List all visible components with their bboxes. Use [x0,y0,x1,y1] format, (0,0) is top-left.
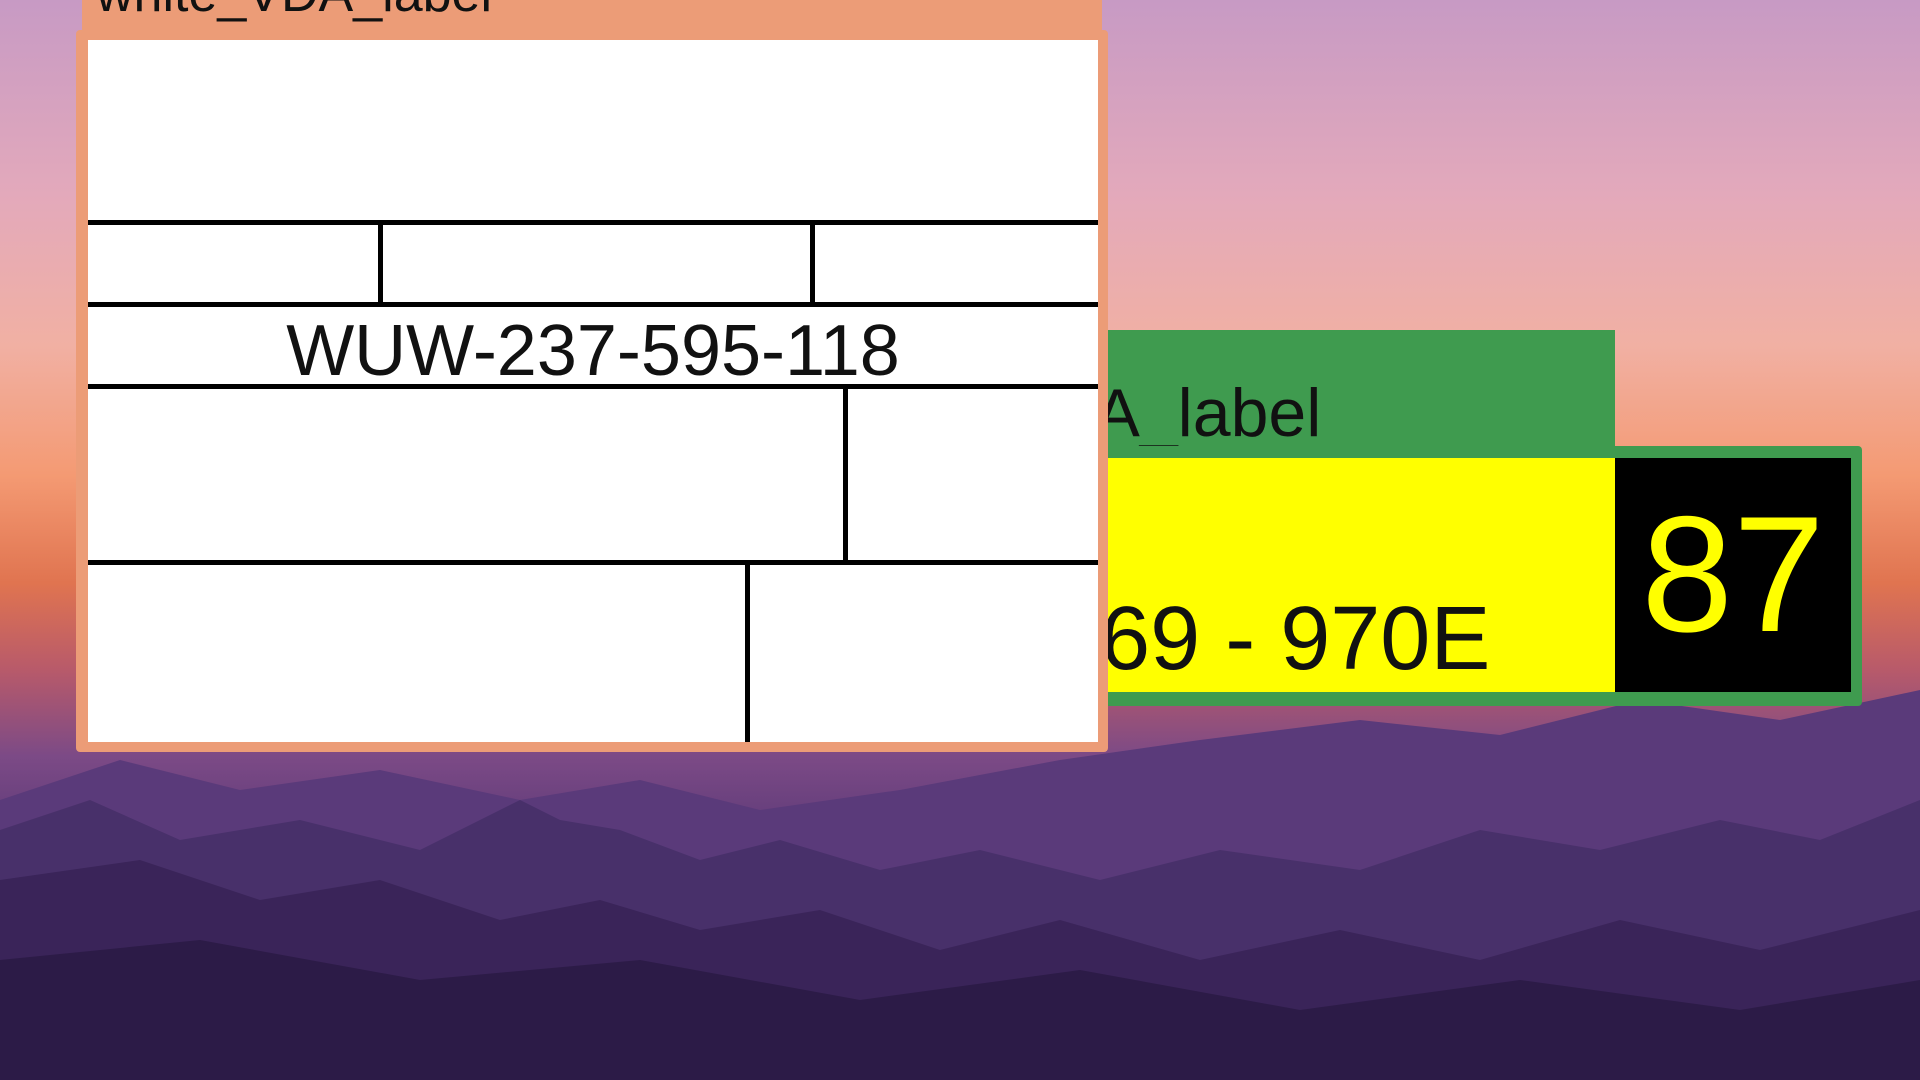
white-label-frame: WUW-237-595-118 [76,30,1108,752]
grid-line [88,560,1098,565]
grid-line [88,302,1098,307]
grid-line [745,560,750,742]
white-label-window[interactable]: white_VDA_label WUW-237-595-118 [76,0,1108,762]
grid-line [378,220,383,302]
yellow-label-frame: 7369 - 970E 87 [1000,446,1862,706]
yellow-label-window[interactable]: VDA_label 7369 - 970E 87 [1000,330,1862,706]
grid-line [88,220,1098,225]
white-label-sheet: WUW-237-595-118 [88,40,1098,742]
white-label-title: white_VDA_label [96,0,492,24]
yellow-label-number-box: 87 [1615,458,1851,692]
grid-line [810,220,815,302]
grid-line [88,384,1098,389]
grid-line [843,384,848,560]
yellow-label-number: 87 [1641,482,1825,666]
white-label-serial: WUW-237-595-118 [286,311,900,391]
